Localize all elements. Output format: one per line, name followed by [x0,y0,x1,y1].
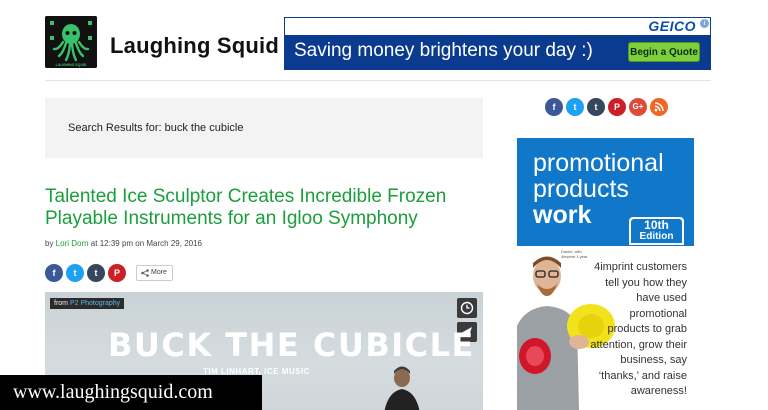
ad-line-3: work [533,201,592,229]
site-url-watermark: www.laughingsquid.com [0,375,262,410]
ad-line-1: promotional [533,149,664,177]
byline-prefix: by [45,239,56,248]
more-label: More [151,269,167,276]
promotional-products-ad[interactable]: promotional products work 10th Edition D… [517,138,694,410]
ad-info-icon[interactable]: i [700,19,709,28]
geico-banner-ad[interactable]: GEICO i Saving money brightens your day … [284,17,711,70]
tumblr-icon[interactable]: t [87,264,105,282]
edition-number: 10th [644,218,669,232]
twitter-icon[interactable]: t [66,264,84,282]
google-plus-icon[interactable]: G+ [629,98,647,116]
search-results-header: Search Results for: buck the cubicle [45,98,483,158]
search-results-text: Search Results for: buck the cubicle [68,122,244,134]
facebook-icon[interactable]: f [45,264,63,282]
banner-top-strip [285,18,710,35]
article-byline: by Lori Dorn at 12:39 pm on March 29, 20… [45,239,202,248]
musician-figure [384,366,420,410]
squid-logo-icon [45,16,97,68]
edition-word: Edition [639,231,674,242]
video-channel-link[interactable]: P2 Photography [70,300,120,307]
facebook-icon[interactable]: f [545,98,563,116]
header-divider [45,80,711,81]
ad-photo-caption: Daniel, with 4imprint 1 year [561,249,588,259]
rss-icon[interactable] [650,98,668,116]
share-icon [141,269,149,277]
site-name[interactable]: Laughing Squid [110,33,279,59]
site-logo[interactable]: LAUGHING SQUID [45,16,97,68]
author-link[interactable]: Lori Dorn [56,239,89,248]
ad-line-2: products [533,175,629,203]
banner-tagline: Saving money brightens your day :) [294,40,593,61]
pinterest-icon[interactable]: P [608,98,626,116]
pinterest-icon[interactable]: P [108,264,126,282]
video-source-tag: from P2 Photography [50,298,125,309]
geico-brand: GEICO [648,18,696,34]
from-prefix: from [54,300,70,307]
tumblr-icon[interactable]: t [587,98,605,116]
article-title-link[interactable]: Talented Ice Sculptor Creates Incredible… [45,186,475,230]
begin-quote-button[interactable]: Begin a Quote [628,42,700,62]
edition-badge: 10th Edition [629,217,684,245]
video-title: BUCK THE CUBICLE [108,326,475,364]
watch-later-icon[interactable] [457,298,477,318]
twitter-icon[interactable]: t [566,98,584,116]
ad-body-text: 4imprint customers tell you how they hav… [590,261,687,397]
ad-header: promotional products work 10th Edition [517,138,694,246]
logo-small-text: LAUGHING SQUID [55,63,87,67]
more-share-button[interactable]: More [136,265,173,281]
byline-date: at 12:39 pm on March 29, 2016 [88,239,202,248]
